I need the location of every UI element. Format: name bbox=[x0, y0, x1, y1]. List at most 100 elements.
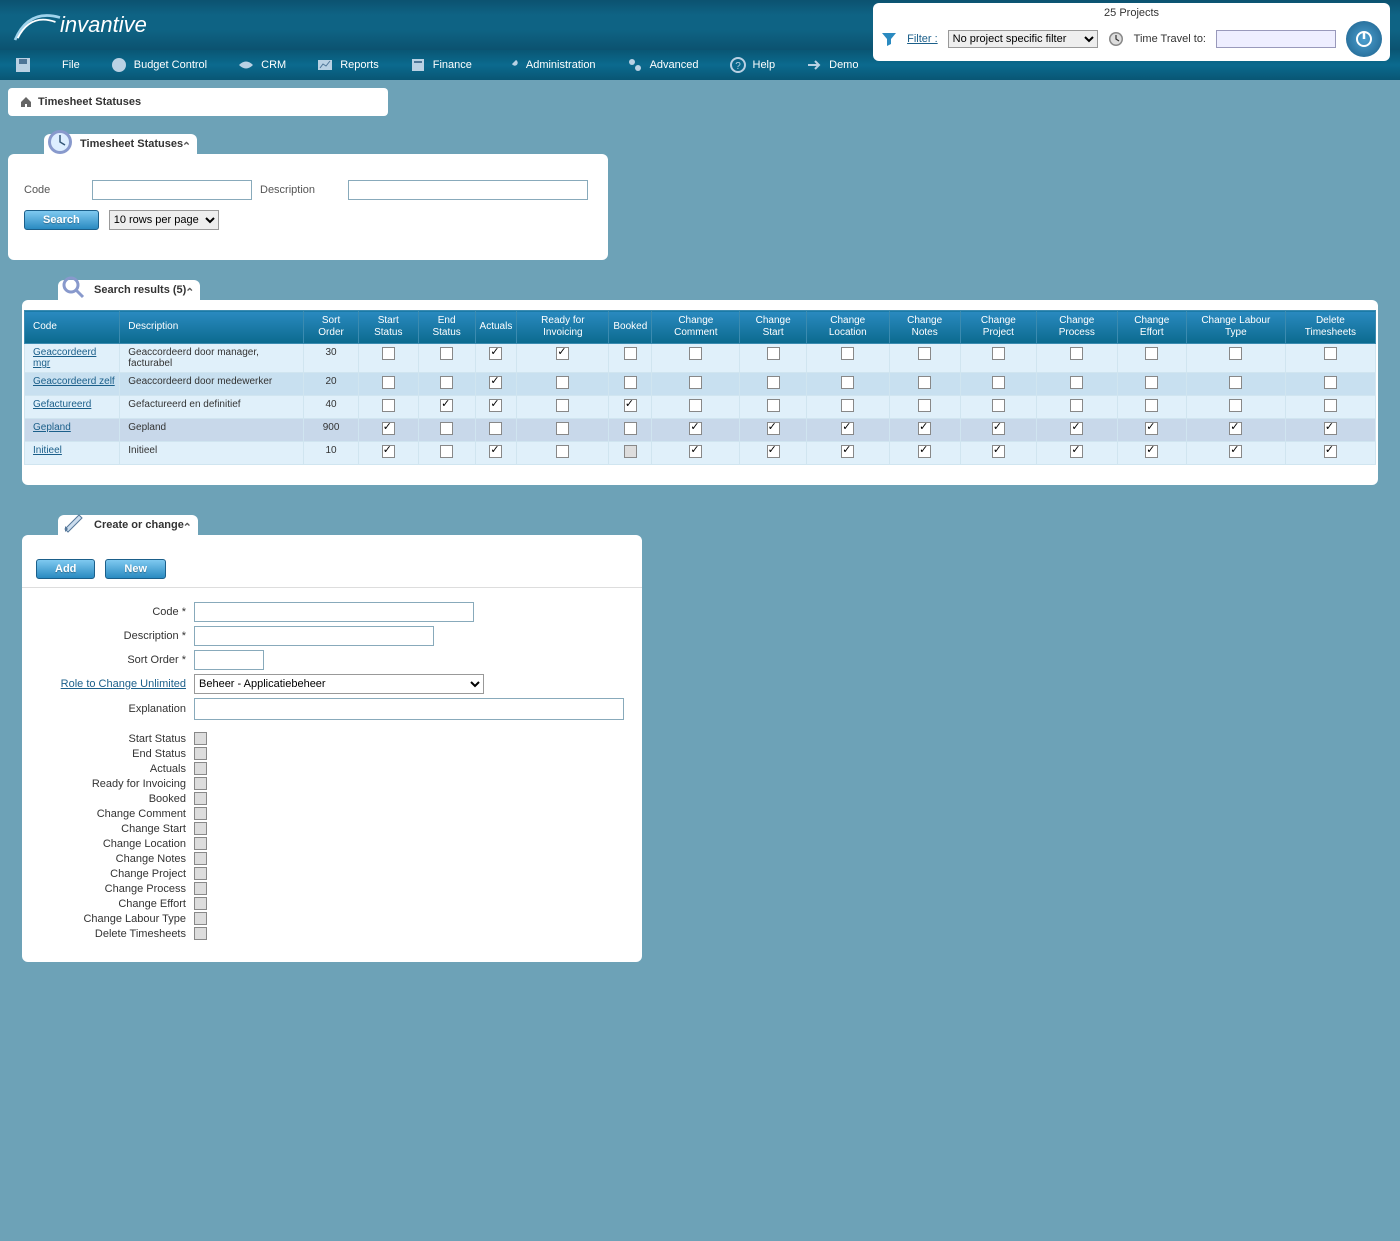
row-checkbox[interactable] bbox=[918, 347, 931, 360]
row-checkbox[interactable] bbox=[556, 376, 569, 389]
add-button[interactable]: Add bbox=[36, 559, 95, 579]
row-checkbox[interactable] bbox=[841, 376, 854, 389]
form-role-select[interactable]: Beheer - Applicatiebeheer bbox=[194, 674, 484, 694]
col-header[interactable]: Ready for Invoicing bbox=[517, 311, 609, 344]
row-checkbox[interactable] bbox=[1145, 445, 1158, 458]
home-icon[interactable] bbox=[20, 96, 32, 108]
cb-del[interactable] bbox=[194, 927, 207, 940]
row-checkbox[interactable] bbox=[1324, 422, 1337, 435]
menu-reports[interactable]: Reports bbox=[306, 50, 389, 80]
col-header[interactable]: Change Notes bbox=[889, 311, 960, 344]
form-code-input[interactable] bbox=[194, 602, 474, 622]
row-checkbox[interactable] bbox=[624, 376, 637, 389]
cb-chnotes[interactable] bbox=[194, 852, 207, 865]
collapse-icon[interactable]: ⌃ bbox=[183, 521, 192, 534]
row-checkbox[interactable] bbox=[1145, 399, 1158, 412]
cb-actuals[interactable] bbox=[194, 762, 207, 775]
row-checkbox[interactable] bbox=[689, 422, 702, 435]
row-checkbox[interactable] bbox=[1324, 445, 1337, 458]
row-checkbox[interactable] bbox=[1324, 399, 1337, 412]
code-input[interactable] bbox=[92, 180, 252, 200]
row-checkbox[interactable] bbox=[767, 422, 780, 435]
row-checkbox[interactable] bbox=[1324, 376, 1337, 389]
row-code-link[interactable]: Gefactureerd bbox=[33, 399, 91, 410]
collapse-icon[interactable]: ⌃ bbox=[182, 140, 191, 153]
col-header[interactable]: Change Start bbox=[740, 311, 807, 344]
col-header[interactable]: Change Process bbox=[1036, 311, 1117, 344]
menu-admin[interactable]: Administration bbox=[492, 50, 606, 80]
row-checkbox[interactable] bbox=[382, 399, 395, 412]
row-checkbox[interactable] bbox=[440, 399, 453, 412]
row-checkbox[interactable] bbox=[992, 347, 1005, 360]
row-checkbox[interactable] bbox=[841, 422, 854, 435]
row-checkbox[interactable] bbox=[1229, 376, 1242, 389]
col-header[interactable]: Change Project bbox=[960, 311, 1036, 344]
col-header[interactable]: Change Effort bbox=[1117, 311, 1186, 344]
col-header[interactable]: Delete Timesheets bbox=[1285, 311, 1375, 344]
menu-finance[interactable]: Finance bbox=[399, 50, 482, 80]
row-checkbox[interactable] bbox=[1229, 445, 1242, 458]
menu-file[interactable]: File bbox=[52, 50, 90, 80]
row-checkbox[interactable] bbox=[1229, 399, 1242, 412]
row-checkbox[interactable] bbox=[1324, 347, 1337, 360]
row-checkbox[interactable] bbox=[440, 376, 453, 389]
power-button[interactable] bbox=[1346, 21, 1382, 57]
cb-booked[interactable] bbox=[194, 792, 207, 805]
rows-per-page-select[interactable]: 10 rows per page bbox=[109, 210, 219, 230]
row-checkbox[interactable] bbox=[992, 399, 1005, 412]
menu-budget[interactable]: Budget Control bbox=[100, 50, 217, 80]
row-checkbox[interactable] bbox=[1229, 347, 1242, 360]
row-checkbox[interactable] bbox=[489, 376, 502, 389]
row-checkbox[interactable] bbox=[841, 445, 854, 458]
row-checkbox[interactable] bbox=[556, 445, 569, 458]
row-checkbox[interactable] bbox=[624, 399, 637, 412]
menu-help[interactable]: ?Help bbox=[719, 50, 786, 80]
row-checkbox[interactable] bbox=[767, 399, 780, 412]
desc-input[interactable] bbox=[348, 180, 588, 200]
row-checkbox[interactable] bbox=[689, 445, 702, 458]
new-button[interactable]: New bbox=[105, 559, 166, 579]
search-button[interactable]: Search bbox=[24, 210, 99, 230]
row-checkbox[interactable] bbox=[382, 422, 395, 435]
row-checkbox[interactable] bbox=[1145, 376, 1158, 389]
cb-cheff[interactable] bbox=[194, 897, 207, 910]
cb-start[interactable] bbox=[194, 732, 207, 745]
filter-link[interactable]: Filter : bbox=[907, 33, 938, 45]
collapse-icon[interactable]: ⌃ bbox=[185, 286, 194, 299]
form-role-label[interactable]: Role to Change Unlimited bbox=[36, 678, 186, 690]
row-checkbox[interactable] bbox=[489, 399, 502, 412]
cb-chstart[interactable] bbox=[194, 822, 207, 835]
cb-end[interactable] bbox=[194, 747, 207, 760]
row-checkbox[interactable] bbox=[382, 347, 395, 360]
timetravel-input[interactable] bbox=[1216, 30, 1336, 48]
row-checkbox[interactable] bbox=[382, 445, 395, 458]
row-checkbox[interactable] bbox=[440, 422, 453, 435]
row-checkbox[interactable] bbox=[440, 445, 453, 458]
row-checkbox[interactable] bbox=[1229, 422, 1242, 435]
cb-chcomment[interactable] bbox=[194, 807, 207, 820]
row-checkbox[interactable] bbox=[489, 445, 502, 458]
row-checkbox[interactable] bbox=[767, 445, 780, 458]
row-checkbox[interactable] bbox=[992, 376, 1005, 389]
col-header[interactable]: Code bbox=[25, 311, 120, 344]
row-checkbox[interactable] bbox=[918, 399, 931, 412]
row-checkbox[interactable] bbox=[689, 347, 702, 360]
row-checkbox[interactable] bbox=[689, 376, 702, 389]
row-code-link[interactable]: Geaccordeerd mgr bbox=[33, 347, 96, 369]
col-header[interactable]: Booked bbox=[609, 311, 652, 344]
row-checkbox[interactable] bbox=[624, 445, 637, 458]
row-checkbox[interactable] bbox=[689, 399, 702, 412]
col-header[interactable]: Description bbox=[120, 311, 304, 344]
col-header[interactable]: Start Status bbox=[358, 311, 418, 344]
menu-save[interactable] bbox=[4, 50, 42, 80]
row-checkbox[interactable] bbox=[918, 445, 931, 458]
form-expl-input[interactable] bbox=[194, 698, 624, 720]
row-checkbox[interactable] bbox=[992, 422, 1005, 435]
col-header[interactable]: Change Comment bbox=[652, 311, 740, 344]
row-checkbox[interactable] bbox=[992, 445, 1005, 458]
row-checkbox[interactable] bbox=[624, 347, 637, 360]
col-header[interactable]: End Status bbox=[418, 311, 475, 344]
menu-advanced[interactable]: Advanced bbox=[616, 50, 709, 80]
form-desc-input[interactable] bbox=[194, 626, 434, 646]
row-checkbox[interactable] bbox=[1070, 347, 1083, 360]
